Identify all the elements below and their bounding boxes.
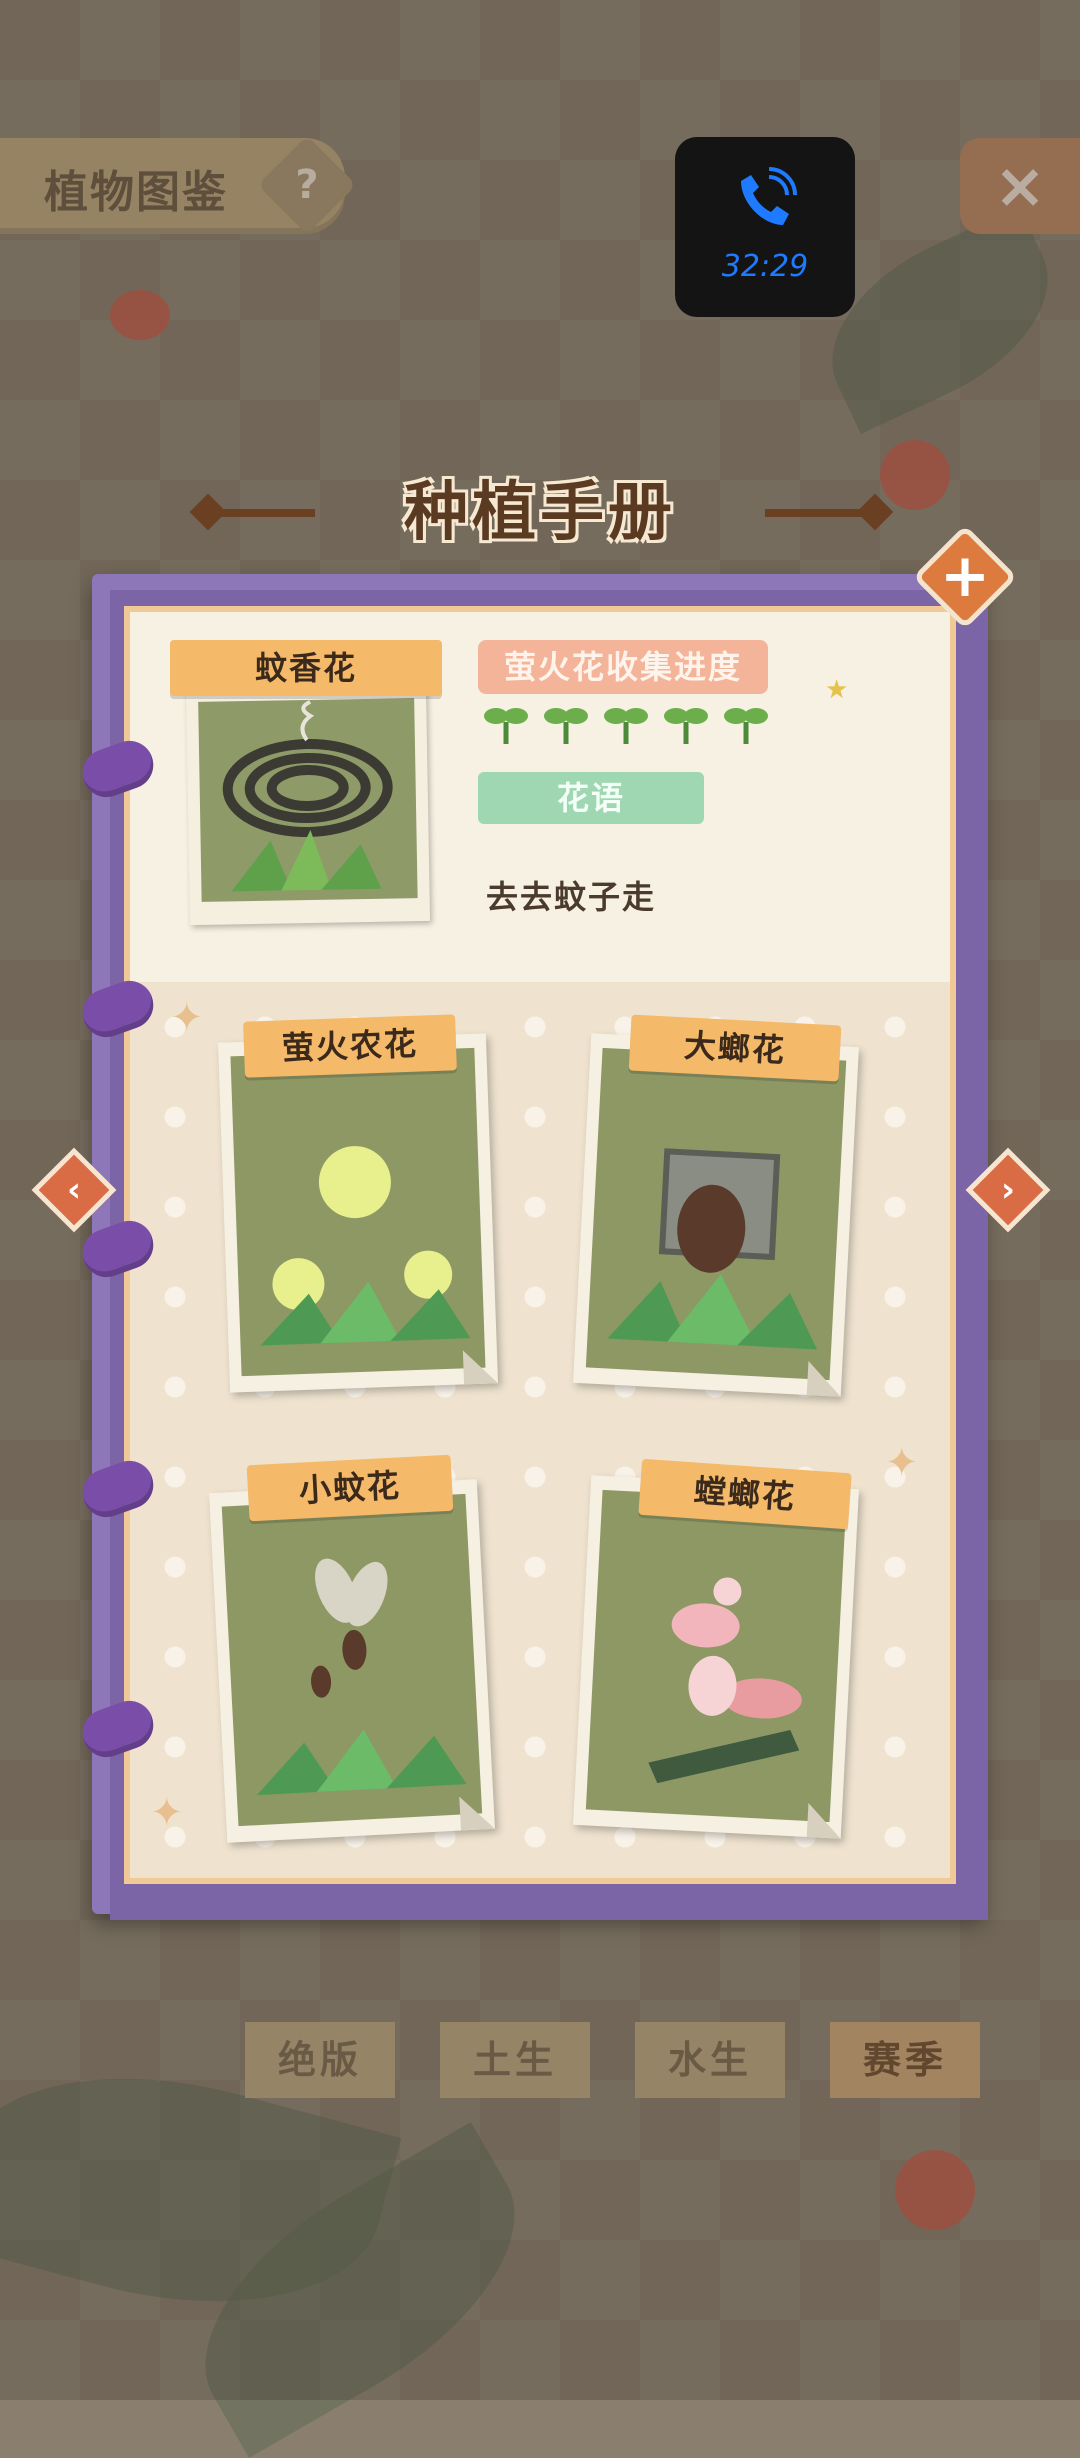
plant-name: 小蚊花: [246, 1454, 454, 1522]
sparkle-decoration: ✦: [885, 1440, 919, 1486]
collection-progress-label: 萤火花收集进度: [478, 640, 768, 694]
firefly-flower-image: [230, 1047, 486, 1377]
chevron-left-icon: ‹: [66, 1170, 81, 1210]
card-corner-fold: [806, 1803, 843, 1839]
beetle-flower-icon: [607, 1148, 818, 1350]
sprout-icon: [544, 708, 588, 744]
plant-card-mosquito[interactable]: [209, 1479, 495, 1843]
manual-title-banner: 种植手册: [189, 465, 894, 561]
call-overlay[interactable]: 32:29: [675, 137, 855, 317]
firefly-flower-icon: [260, 1146, 471, 1346]
sparkle-decoration: ✦: [150, 1790, 184, 1836]
mosquito-flower-image: [221, 1493, 483, 1827]
card-corner-fold: [806, 1361, 843, 1397]
sprout-icon: [604, 708, 648, 744]
sprout-icon: [484, 708, 528, 744]
plant-name: 萤火农花: [243, 1014, 457, 1078]
card-corner-fold: [462, 1349, 499, 1385]
manual-title: 种植手册: [404, 476, 676, 550]
plant-card-beetle[interactable]: [573, 1033, 859, 1397]
beetle-flower-image: [585, 1047, 847, 1381]
featured-plant-card[interactable]: [185, 685, 431, 926]
mosquito-coil-flower-image: [198, 698, 418, 902]
plus-icon: +: [939, 541, 991, 611]
phone-icon: [741, 167, 797, 225]
mantis-flower-icon: [648, 1577, 802, 1784]
sprout-icon: [664, 708, 708, 744]
card-corner-fold: [459, 1794, 495, 1831]
flower-language-label: 花语: [478, 772, 704, 824]
chevron-right-icon: ›: [1000, 1170, 1015, 1210]
plant-card-firefly[interactable]: [217, 1033, 499, 1393]
sprout-icon: [724, 708, 768, 744]
plant-name: 大螂花: [628, 1014, 842, 1082]
featured-plant-name: 蚊香花: [170, 640, 442, 696]
sparkle-decoration: ✦: [170, 995, 204, 1041]
call-timer: 32:29: [721, 249, 809, 284]
star-decoration: ★: [825, 675, 849, 705]
flower-language-text: 去去蚊子走: [486, 878, 657, 916]
mosquito-flower-icon: [256, 1558, 467, 1796]
mosquito-coil-icon: [222, 700, 393, 892]
mantis-flower-image: [585, 1489, 847, 1823]
plant-card-mantis[interactable]: [573, 1475, 859, 1839]
